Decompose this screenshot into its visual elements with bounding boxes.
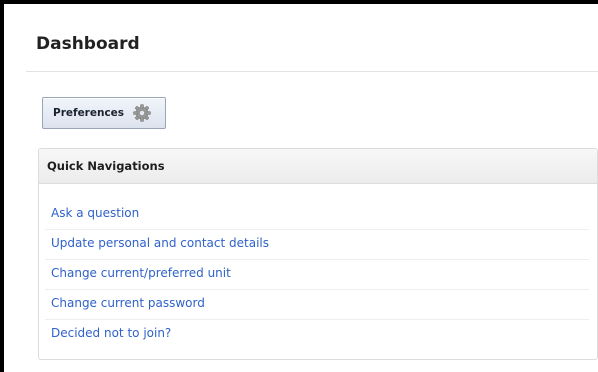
list-item: Change current/preferred unit [45, 260, 589, 290]
page-title: Dashboard [36, 34, 140, 54]
list-item: Decided not to join? [45, 320, 589, 350]
quick-navigations-panel: Quick Navigations Ask a question Update … [38, 148, 598, 360]
list-item: Change current password [45, 290, 589, 320]
quick-navigations-title: Quick Navigations [47, 159, 165, 173]
title-divider [26, 71, 598, 72]
quick-navigations-header: Quick Navigations [39, 149, 597, 184]
preferences-button[interactable]: Preferences [42, 97, 166, 129]
list-item: Ask a question [45, 200, 589, 230]
list-item: Update personal and contact details [45, 230, 589, 260]
decided-not-to-join-link[interactable]: Decided not to join? [51, 326, 171, 340]
gear-icon [132, 103, 152, 123]
dashboard-frame: Dashboard Preferences Quick Navigations … [0, 0, 598, 372]
preferences-button-label: Preferences [53, 107, 125, 119]
quick-navigations-list: Ask a question Update personal and conta… [45, 200, 589, 350]
change-password-link[interactable]: Change current password [51, 296, 205, 310]
change-unit-link[interactable]: Change current/preferred unit [51, 266, 231, 280]
update-personal-details-link[interactable]: Update personal and contact details [51, 236, 269, 250]
ask-question-link[interactable]: Ask a question [51, 206, 139, 220]
